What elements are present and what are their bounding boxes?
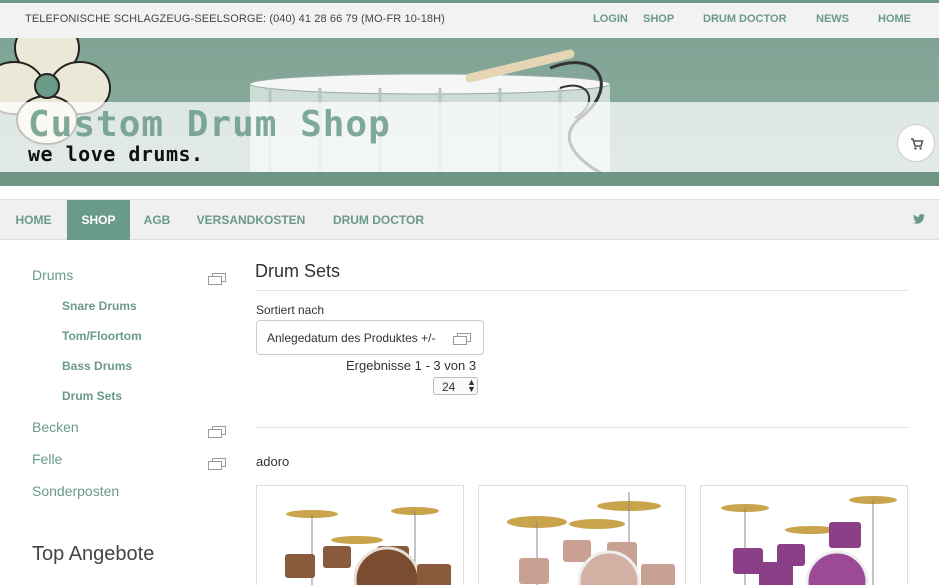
top-link-drum-doctor[interactable]: DRUM DOCTOR	[703, 13, 787, 25]
nav-drum-doctor[interactable]: DRUM DOCTOR	[318, 200, 439, 240]
sort-select[interactable]: Anlegedatum des Produktes +/-	[256, 320, 484, 355]
category-felle[interactable]: Felle	[32, 451, 62, 467]
category-sonderposten[interactable]: Sonderposten	[32, 483, 119, 499]
product-listing: Drum Sets Sortiert nach Anlegedatum des …	[255, 240, 909, 585]
twitter-icon[interactable]	[913, 214, 925, 224]
spinner-arrows-icon: ▲ ▼	[467, 377, 476, 394]
per-page-select[interactable]: 24 ▲ ▼	[433, 377, 478, 395]
product-card[interactable]	[478, 485, 686, 585]
results-count: Ergebnisse 1 - 3 von 3	[346, 358, 477, 373]
top-link-home[interactable]: HOME	[878, 13, 911, 25]
page-title: Drum Sets	[255, 261, 341, 281]
top-offers-heading: Top Angebote	[32, 543, 155, 565]
category-sidebar: Drums Snare Drums Tom/Floortom Bass Drum…	[0, 240, 240, 585]
manufacturer-name: adoro	[256, 454, 290, 469]
expand-icon[interactable]	[208, 458, 226, 470]
header-banner[interactable]: Custom Drum Shop we love drums.	[0, 38, 939, 186]
top-link-login[interactable]: LOGIN	[593, 13, 628, 25]
banner-strip	[0, 172, 939, 186]
subcategory-drum-sets[interactable]: Drum Sets	[62, 389, 122, 403]
expand-icon[interactable]	[208, 273, 226, 285]
subcategory-snare-drums[interactable]: Snare Drums	[62, 299, 137, 313]
top-bar: TELEFONISCHE SCHLAGZEUG-SEELSORGE: (040)…	[0, 0, 939, 38]
top-link-news[interactable]: NEWS	[816, 13, 849, 25]
subcategory-tom-floortom[interactable]: Tom/Floortom	[62, 329, 142, 343]
per-page-value: 24	[442, 380, 456, 394]
top-link-shop[interactable]: SHOP	[643, 13, 674, 25]
product-image-drumset	[507, 492, 675, 585]
main-navigation: HOME SHOP AGB VERSANDKOSTEN DRUM DOCTOR	[0, 199, 939, 240]
hotline-text: TELEFONISCHE SCHLAGZEUG-SEELSORGE: (040)…	[25, 13, 445, 25]
product-card[interactable]	[700, 485, 908, 585]
subcategory-bass-drums[interactable]: Bass Drums	[62, 359, 132, 373]
category-becken[interactable]: Becken	[32, 419, 79, 435]
shop-tagline: we love drums.	[28, 142, 204, 166]
sort-select-value: Anlegedatum des Produktes +/-	[267, 331, 436, 345]
nav-agb[interactable]: AGB	[130, 200, 184, 240]
expand-icon[interactable]	[208, 426, 226, 438]
nav-home[interactable]: HOME	[0, 200, 67, 240]
product-image-drumset	[285, 507, 451, 585]
divider	[255, 290, 908, 291]
shopping-cart-icon	[911, 138, 924, 150]
shop-title: Custom Drum Shop	[28, 104, 391, 145]
product-card[interactable]	[256, 485, 464, 585]
select-caret-icon	[453, 333, 471, 345]
divider	[255, 427, 908, 428]
nav-shop[interactable]: SHOP	[67, 200, 130, 240]
cart-button[interactable]	[897, 124, 935, 162]
sort-label: Sortiert nach	[256, 303, 325, 317]
product-image-drumset	[721, 496, 897, 585]
category-drums[interactable]: Drums	[32, 267, 73, 283]
nav-versandkosten[interactable]: VERSANDKOSTEN	[184, 200, 318, 240]
